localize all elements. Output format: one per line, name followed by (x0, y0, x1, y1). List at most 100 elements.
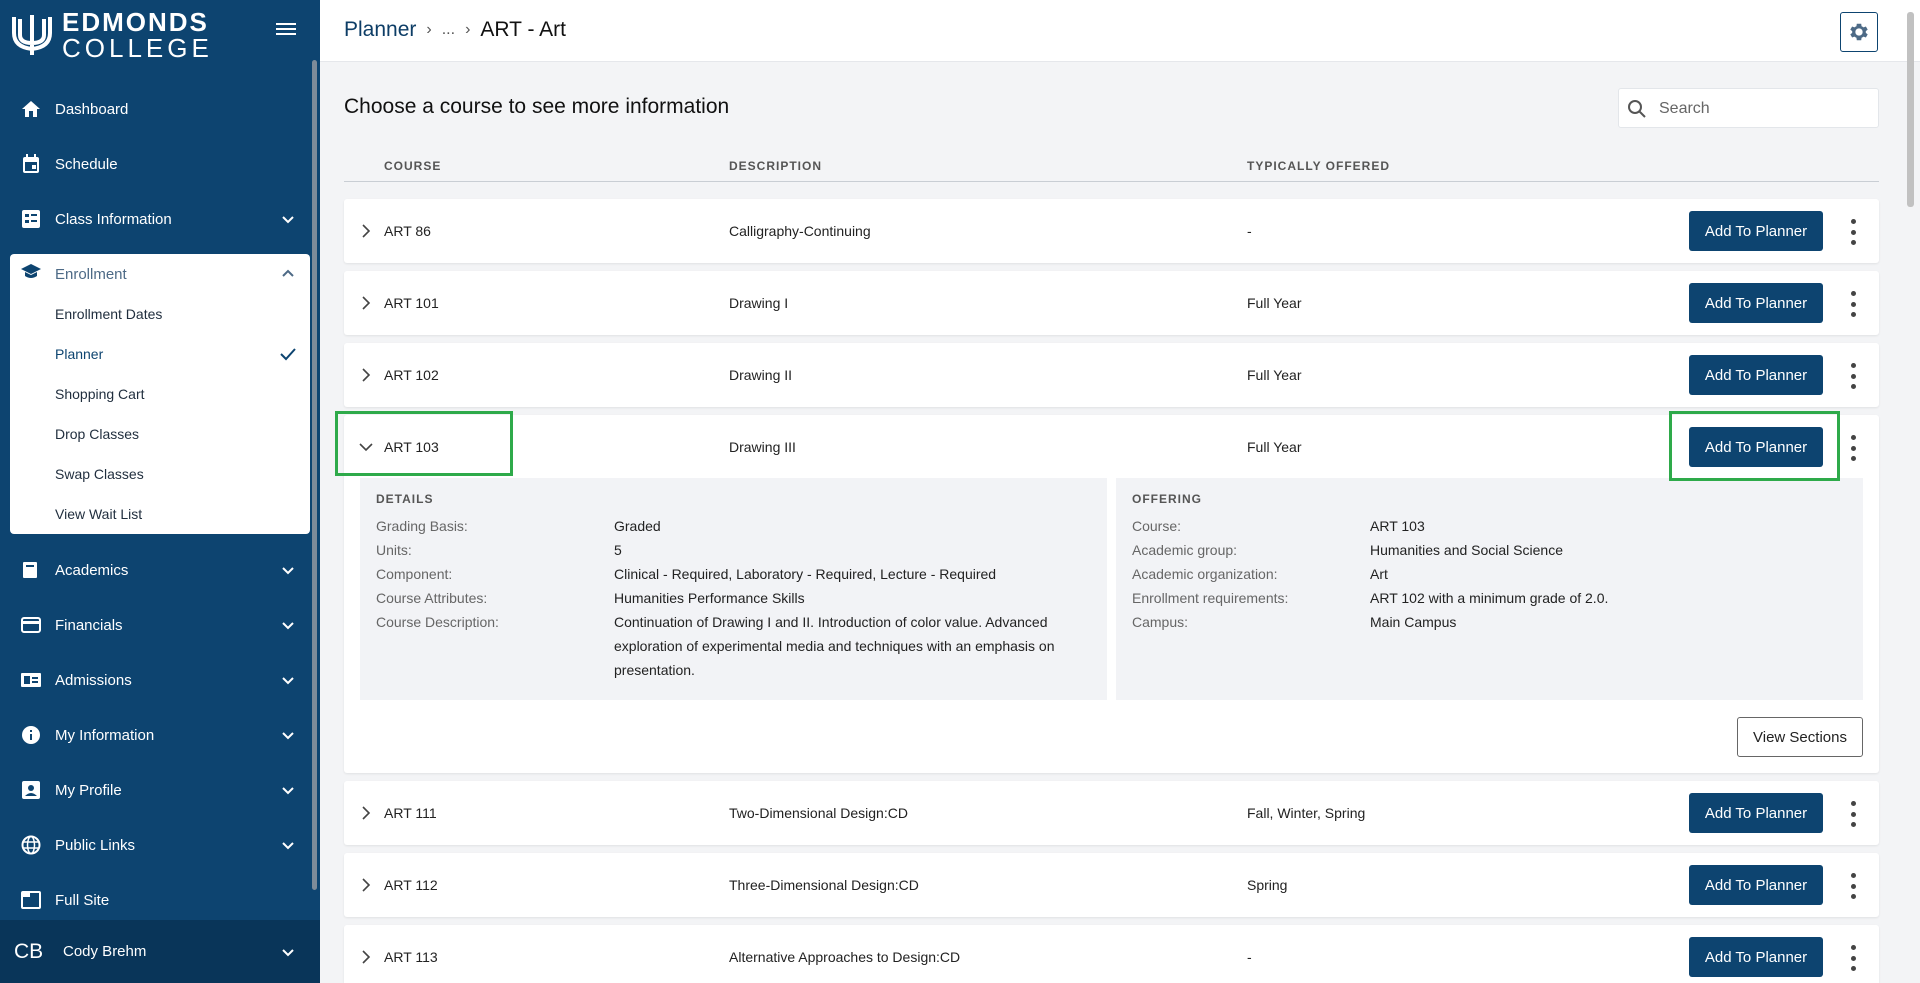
sidebar-scrollbar[interactable] (312, 60, 317, 890)
sub-item-enrollment-dates[interactable]: Enrollment Dates (10, 294, 310, 334)
chevron-up-icon (282, 269, 294, 277)
list-icon (20, 208, 42, 230)
nav-item-my-information[interactable]: My Information (0, 713, 320, 757)
chevron-down-icon (282, 567, 294, 575)
nav-item-class-information[interactable]: Class Information (0, 197, 320, 241)
chevron-right-icon: › (465, 21, 471, 38)
offering-label: Enrollment requirements: (1132, 590, 1289, 606)
chevron-right-icon: › (426, 21, 432, 38)
offering-value: Main Campus (1370, 614, 1457, 630)
sub-item-label: Enrollment Dates (55, 306, 163, 322)
course-offered: - (1247, 949, 1252, 965)
offering-panel: OFFERING Course: ART 103 Academic group:… (1116, 478, 1863, 700)
nav-item-schedule[interactable]: Schedule (0, 142, 320, 186)
settings-button[interactable] (1840, 12, 1878, 52)
chevron-down-icon (282, 787, 294, 795)
sub-item-label: Swap Classes (55, 466, 144, 482)
sub-item-drop-classes[interactable]: Drop Classes (10, 414, 310, 454)
more-options-icon[interactable] (1847, 801, 1859, 827)
chevron-down-icon (282, 948, 294, 956)
college-logo[interactable]: EDMONDS COLLEGE (12, 7, 213, 63)
nav-item-enrollment[interactable]: Enrollment (10, 254, 310, 294)
course-row[interactable]: ART 112 Three-Dimensional Design:CD Spri… (344, 853, 1879, 917)
course-description: Alternative Approaches to Design:CD (729, 949, 961, 965)
logo-line2: COLLEGE (62, 33, 213, 63)
course-description: Calligraphy-Continuing (729, 223, 871, 239)
id-card-icon (20, 669, 42, 691)
add-to-planner-button[interactable]: Add To Planner (1689, 865, 1823, 905)
chevron-down-icon[interactable] (356, 437, 376, 457)
chevron-right-icon[interactable] (356, 947, 376, 967)
sub-item-swap-classes[interactable]: Swap Classes (10, 454, 310, 494)
course-row[interactable]: ART 86 Calligraphy-Continuing - Add To P… (344, 199, 1879, 263)
course-description: Two-Dimensional Design:CD (729, 805, 908, 821)
chevron-right-icon[interactable] (356, 365, 376, 385)
sub-item-shopping-cart[interactable]: Shopping Cart (10, 374, 310, 414)
gear-icon (1850, 23, 1868, 41)
detail-label: Course Description: (376, 614, 499, 630)
more-options-icon[interactable] (1847, 363, 1859, 389)
course-description: Drawing III (729, 439, 796, 455)
course-row[interactable]: ART 101 Drawing I Full Year Add To Plann… (344, 271, 1879, 335)
offering-label: Academic organization: (1132, 566, 1278, 582)
nav-label: Public Links (55, 836, 136, 854)
column-header-offered: TYPICALLY OFFERED (1247, 159, 1391, 173)
chevron-right-icon[interactable] (356, 293, 376, 313)
view-sections-button[interactable]: View Sections (1737, 717, 1863, 757)
graduation-cap-icon (20, 263, 42, 285)
search-input[interactable] (1659, 97, 1869, 121)
detail-label: Course Attributes: (376, 590, 488, 606)
detail-label: Grading Basis: (376, 518, 468, 534)
chevron-down-icon (282, 677, 294, 685)
add-to-planner-button[interactable]: Add To Planner (1689, 283, 1823, 323)
chevron-right-icon[interactable] (356, 803, 376, 823)
nav-label: Class Information (55, 210, 172, 228)
breadcrumb-planner[interactable]: Planner (344, 18, 416, 42)
chevron-right-icon[interactable] (356, 221, 376, 241)
course-offered: - (1247, 223, 1252, 239)
nav-item-my-profile[interactable]: My Profile (0, 768, 320, 812)
offering-label: Campus: (1132, 614, 1189, 630)
nav-item-financials[interactable]: Financials (0, 603, 320, 647)
sub-item-label: Drop Classes (55, 426, 140, 442)
course-row[interactable]: ART 102 Drawing II Full Year Add To Plan… (344, 343, 1879, 407)
more-options-icon[interactable] (1847, 945, 1859, 971)
menu-toggle-icon[interactable] (276, 20, 300, 40)
nav-item-dashboard[interactable]: Dashboard (0, 87, 320, 131)
sub-item-planner[interactable]: Planner (10, 334, 310, 374)
add-to-planner-button[interactable]: Add To Planner (1689, 355, 1823, 395)
home-icon (20, 98, 42, 120)
add-to-planner-button[interactable]: Add To Planner (1689, 793, 1823, 833)
logo-line1: EDMONDS (62, 7, 209, 37)
course-row-expanded[interactable]: ART 103 Drawing III Full Year Add To Pla… (344, 415, 1879, 773)
nav-item-academics[interactable]: Academics (0, 548, 320, 592)
course-code: ART 86 (384, 223, 431, 239)
chevron-down-icon (282, 622, 294, 630)
main-scrollbar[interactable] (1907, 12, 1914, 207)
course-row[interactable]: ART 113 Alternative Approaches to Design… (344, 925, 1879, 983)
breadcrumb-ellipsis[interactable]: ... (442, 21, 455, 39)
course-offered: Full Year (1247, 367, 1302, 383)
column-header-description: DESCRIPTION (729, 159, 823, 173)
offering-label: Academic group: (1132, 542, 1238, 558)
globe-icon (20, 834, 42, 856)
offering-value: ART 103 (1370, 518, 1425, 534)
nav-item-full-site[interactable]: Full Site (0, 878, 320, 922)
user-menu[interactable]: CB Cody Brehm (0, 920, 320, 983)
nav-label: My Information (55, 726, 155, 744)
nav-item-public-links[interactable]: Public Links (0, 823, 320, 867)
course-row[interactable]: ART 111 Two-Dimensional Design:CD Fall, … (344, 781, 1879, 845)
add-to-planner-button[interactable]: Add To Planner (1689, 427, 1823, 467)
course-description: Drawing I (729, 295, 789, 311)
add-to-planner-button[interactable]: Add To Planner (1689, 937, 1823, 977)
add-to-planner-button[interactable]: Add To Planner (1689, 211, 1823, 251)
chevron-right-icon[interactable] (356, 875, 376, 895)
nav-item-admissions[interactable]: Admissions (0, 658, 320, 702)
course-description: Drawing II (729, 367, 793, 383)
sub-item-view-wait-list[interactable]: View Wait List (10, 494, 310, 534)
more-options-icon[interactable] (1847, 435, 1859, 461)
detail-value: Continuation of Drawing I and II. Introd… (614, 614, 1055, 678)
more-options-icon[interactable] (1847, 291, 1859, 317)
more-options-icon[interactable] (1847, 219, 1859, 245)
more-options-icon[interactable] (1847, 873, 1859, 899)
